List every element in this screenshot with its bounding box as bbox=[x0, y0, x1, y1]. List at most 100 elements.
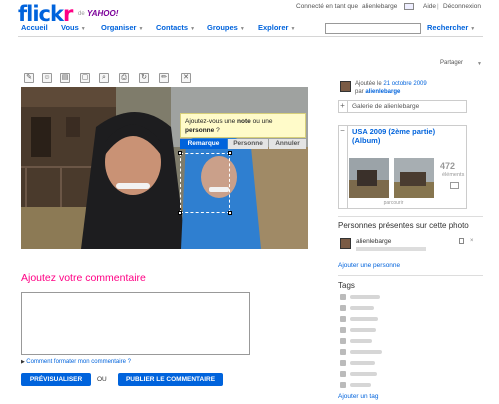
note-selection-box[interactable] bbox=[180, 153, 230, 213]
format-help[interactable]: ▶ Comment formater mon commentaire ? bbox=[21, 359, 131, 365]
album-thumb-next[interactable] bbox=[394, 158, 434, 198]
tag-icon bbox=[340, 371, 346, 377]
search-button[interactable]: Rechercher ▼ bbox=[427, 23, 475, 32]
minus-icon[interactable]: − bbox=[338, 125, 348, 209]
logout-link[interactable]: Déconnexion bbox=[443, 3, 481, 10]
person-name[interactable]: alienlebarge bbox=[356, 238, 391, 245]
sidebar-divider bbox=[338, 275, 483, 276]
nav-groups[interactable]: Groupes ▼ bbox=[207, 23, 245, 32]
delete-icon[interactable]: ✕ bbox=[181, 73, 191, 83]
people-title: Personnes présentes sur cette photo bbox=[338, 221, 469, 230]
nav-organize[interactable]: Organiser ▼ bbox=[101, 23, 143, 32]
mail-icon[interactable] bbox=[404, 3, 414, 10]
nav-explore-label: Explorer bbox=[258, 23, 289, 32]
logo-by: de bbox=[78, 11, 85, 17]
tag-icon bbox=[340, 360, 346, 366]
nav-home-label: Accueil bbox=[21, 23, 48, 32]
slideshow-icon[interactable] bbox=[450, 182, 459, 189]
nav-organize-label: Organiser bbox=[101, 23, 137, 32]
added-by: par bbox=[355, 89, 364, 95]
note-person-button[interactable]: Personne bbox=[228, 139, 268, 149]
chevron-down-icon: ▼ bbox=[470, 26, 476, 32]
tag-label bbox=[350, 317, 378, 321]
search-button-label: Rechercher bbox=[427, 23, 469, 32]
tag-icon bbox=[340, 294, 346, 300]
close-icon[interactable]: × bbox=[470, 238, 475, 244]
main-photo[interactable] bbox=[21, 87, 308, 249]
nav-contacts[interactable]: Contacts ▼ bbox=[156, 23, 195, 32]
publish-comment-button[interactable]: PUBLIER LE COMMENTAIRE bbox=[118, 373, 223, 386]
nav-you-label: Vous bbox=[61, 23, 79, 32]
print-icon[interactable]: ⎙ bbox=[119, 73, 129, 83]
rotate-icon[interactable]: ↻ bbox=[139, 73, 149, 83]
add-person-icon[interactable]: ☺ bbox=[42, 73, 52, 83]
chevron-down-icon: ▼ bbox=[80, 26, 86, 32]
nav-home[interactable]: Accueil bbox=[21, 23, 48, 32]
tag-icon bbox=[340, 382, 346, 388]
tag-label bbox=[350, 339, 372, 343]
album-count-label: éléments bbox=[442, 172, 465, 178]
avatar[interactable] bbox=[340, 81, 351, 92]
person-sub bbox=[356, 247, 426, 251]
chevron-down-icon[interactable]: ▼ bbox=[477, 61, 482, 67]
nav-explore[interactable]: Explorer ▼ bbox=[258, 23, 295, 32]
chevron-down-icon: ▼ bbox=[190, 26, 196, 32]
search-input[interactable] bbox=[325, 23, 421, 34]
note-prompt-text: Ajoutez-vous une bbox=[185, 118, 238, 125]
info-icon[interactable] bbox=[459, 238, 464, 244]
added-date-link[interactable]: 21 octobre 2009 bbox=[383, 81, 426, 87]
added-info: Ajoutée le 21 octobre 2009 par alienleba… bbox=[355, 80, 427, 96]
tag-icon bbox=[340, 316, 346, 322]
tag-icon bbox=[340, 349, 346, 355]
chevron-down-icon: ▼ bbox=[138, 26, 144, 32]
added-prefix: Ajoutée le bbox=[355, 81, 382, 87]
tag-label bbox=[350, 383, 371, 387]
yahoo-logo: YAHOO! bbox=[87, 9, 119, 18]
plus-icon[interactable]: + bbox=[338, 100, 348, 113]
edit-icon[interactable]: ✏ bbox=[159, 73, 169, 83]
separator: | bbox=[437, 3, 439, 10]
tag-label bbox=[350, 361, 375, 365]
note-prompt-note: note bbox=[237, 118, 251, 125]
album-browse[interactable]: parcourir bbox=[352, 200, 435, 206]
resize-handle[interactable] bbox=[228, 211, 232, 215]
nav-groups-label: Groupes bbox=[207, 23, 238, 32]
album-count: 472 bbox=[440, 161, 456, 171]
add-person-link[interactable]: Ajouter une personne bbox=[338, 262, 400, 269]
tag-label bbox=[350, 295, 380, 299]
note-prompt-text-end: ? bbox=[214, 127, 220, 134]
thumb-image bbox=[394, 158, 434, 198]
comment-title: Ajoutez votre commentaire bbox=[21, 272, 146, 284]
share-button[interactable]: Partager bbox=[440, 60, 463, 66]
tag-label bbox=[350, 372, 377, 376]
nav-you[interactable]: Vous ▼ bbox=[61, 23, 86, 32]
resize-handle[interactable] bbox=[228, 151, 232, 155]
album-thumb-prev[interactable] bbox=[349, 158, 389, 198]
blog-icon[interactable]: ▤ bbox=[60, 73, 70, 83]
album-browse-label: parcourir bbox=[383, 200, 404, 206]
gallery-label[interactable]: Galerie de alienlebarge bbox=[352, 103, 419, 110]
preview-button[interactable]: PRÉVISUALISER bbox=[21, 373, 91, 386]
add-note-icon[interactable]: ✎ bbox=[24, 73, 34, 83]
resize-handle[interactable] bbox=[178, 211, 182, 215]
add-tag-link[interactable]: Ajouter un tag bbox=[338, 393, 378, 400]
username-link[interactable]: alienlebarge bbox=[362, 3, 397, 10]
or-label: OU bbox=[97, 376, 107, 383]
zoom-icon[interactable]: ⌕ bbox=[99, 73, 109, 83]
comment-textarea[interactable] bbox=[21, 292, 250, 355]
thumb-image bbox=[349, 158, 389, 198]
resize-handle[interactable] bbox=[178, 151, 182, 155]
note-cancel-button[interactable]: Annuler bbox=[269, 139, 306, 149]
tag-icon bbox=[340, 327, 346, 333]
format-help-link[interactable]: Comment formater mon commentaire ? bbox=[26, 359, 131, 365]
owner-link[interactable]: alienlebarge bbox=[365, 89, 400, 95]
help-link[interactable]: Aide bbox=[423, 3, 436, 10]
tag-label bbox=[350, 328, 376, 332]
album-title-link[interactable]: USA 2009 (2ème partie) (Album) bbox=[352, 127, 462, 145]
connected-text: Connecté en tant que bbox=[296, 3, 359, 10]
photo-image bbox=[21, 87, 308, 249]
note-remark-button[interactable]: Remarque bbox=[180, 139, 227, 149]
nav-contacts-label: Contacts bbox=[156, 23, 189, 32]
avatar[interactable] bbox=[340, 238, 351, 249]
all-sizes-icon[interactable]: ▢ bbox=[80, 73, 90, 83]
